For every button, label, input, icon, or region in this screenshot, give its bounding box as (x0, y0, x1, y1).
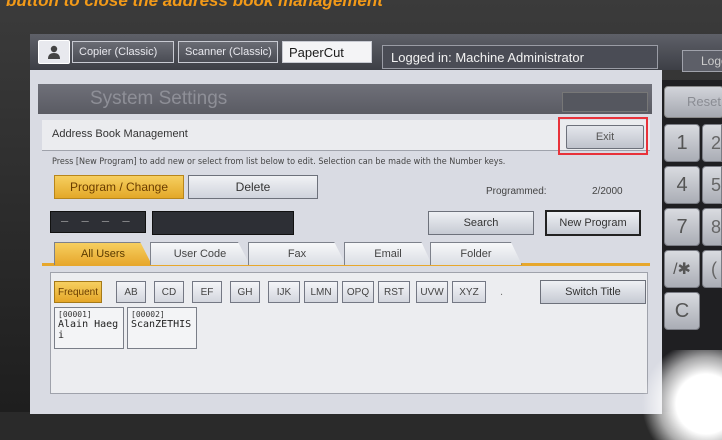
delete-button[interactable]: Delete (188, 175, 318, 199)
entry-extra: i (58, 330, 65, 341)
tab-email[interactable]: Email (344, 242, 432, 265)
name-input[interactable] (152, 211, 294, 235)
caption-text: button to close the address book managem… (6, 0, 383, 10)
key-4[interactable]: 4 (664, 166, 700, 204)
letter-tab-gh[interactable]: GH (230, 281, 260, 303)
app-tab-papercut[interactable]: PaperCut (282, 41, 372, 63)
letter-tab-uvw[interactable]: UVW (416, 281, 448, 303)
key-5[interactable]: 5 (702, 166, 722, 204)
screen-glare (640, 350, 722, 440)
tab-user-code[interactable]: User Code (150, 242, 250, 265)
entry-name: Alain Haeg (58, 319, 119, 330)
instructions-text: Press [New Program] to add new or select… (52, 157, 506, 167)
letter-tab-frequent[interactable]: Frequent (54, 281, 102, 303)
letter-tab-xyz[interactable]: XYZ (452, 281, 486, 303)
new-program-button[interactable]: New Program (545, 210, 641, 236)
key-paren[interactable]: ( (702, 250, 722, 288)
reset-button[interactable]: Reset (664, 86, 722, 118)
tab-folder[interactable]: Folder (430, 242, 522, 265)
key-8[interactable]: 8 (702, 208, 722, 246)
entry-number: [00001] (58, 310, 92, 319)
app-tab-scanner[interactable]: Scanner (Classic) (178, 41, 278, 63)
letter-tab-lmn[interactable]: LMN (304, 281, 338, 303)
entry-name: ScanZETHIS (131, 319, 192, 330)
address-entry[interactable]: [00001] Alain Haeg i (54, 307, 124, 349)
letter-tab-ef[interactable]: EF (192, 281, 222, 303)
letter-tab-rst[interactable]: RST (378, 281, 410, 303)
key-1[interactable]: 1 (664, 124, 700, 162)
letter-tab-opq[interactable]: OPQ (342, 281, 374, 303)
search-button[interactable]: Search (428, 211, 534, 235)
switch-title-button[interactable]: Switch Title (540, 280, 646, 304)
tab-all-users[interactable]: All Users (54, 242, 152, 265)
entry-number: [00002] (131, 310, 165, 319)
tab-fax[interactable]: Fax (248, 242, 346, 265)
exit-highlight-box (558, 117, 648, 155)
program-change-button[interactable]: Program / Change (54, 175, 184, 199)
letter-tab-ab[interactable]: AB (116, 281, 146, 303)
number-input[interactable]: _ _ _ _ _ (50, 208, 146, 236)
page-title: Address Book Management (52, 128, 188, 140)
user-account-button[interactable] (38, 40, 70, 64)
address-entry[interactable]: [00002] ScanZETHIS (127, 307, 197, 349)
system-settings-title: System Settings (38, 84, 652, 114)
app-tab-copier[interactable]: Copier (Classic) (72, 41, 174, 63)
key-7[interactable]: 7 (664, 208, 700, 246)
login-status: Logged in: Machine Administrator (382, 45, 658, 69)
user-icon (48, 45, 60, 59)
key-slash-star[interactable]: /✱ (664, 250, 700, 288)
programmed-count: 2/2000 (592, 186, 623, 197)
programmed-label: Programmed: (486, 186, 547, 197)
page-dot: . (500, 286, 504, 298)
letter-tab-ijk[interactable]: IJK (268, 281, 300, 303)
system-settings-button[interactable] (562, 92, 648, 112)
logout-button[interactable]: Logo (682, 50, 722, 72)
key-clear[interactable]: C (664, 292, 700, 330)
letter-tab-cd[interactable]: CD (154, 281, 184, 303)
key-2[interactable]: 2 (702, 124, 722, 162)
